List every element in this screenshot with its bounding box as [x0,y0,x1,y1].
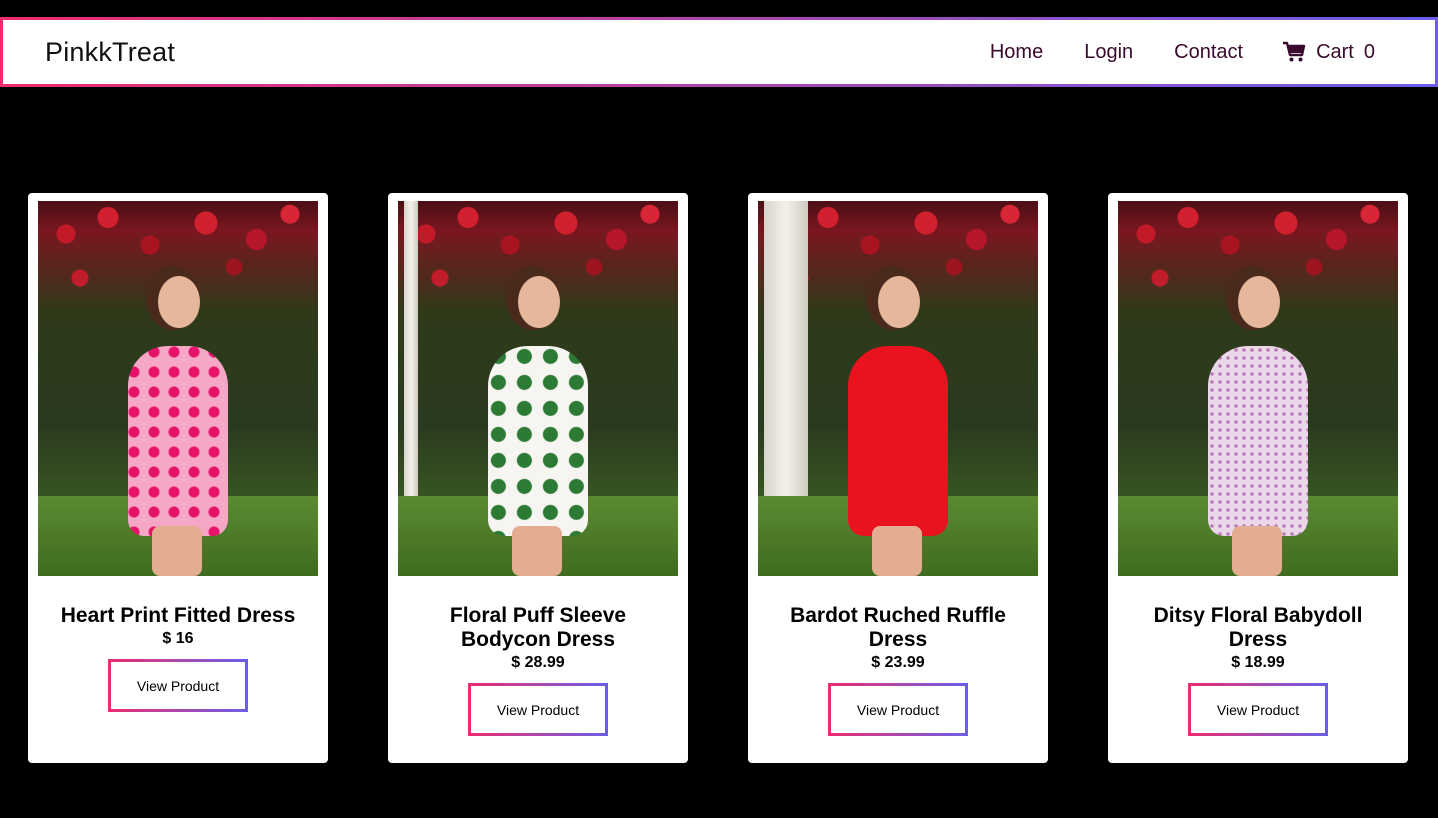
product-card: Bardot Ruched Ruffle Dress $ 23.99 View … [748,193,1048,763]
product-price: $ 23.99 [871,654,925,671]
nav-contact-link[interactable]: Contact [1174,41,1243,64]
view-product-button[interactable]: View Product [828,683,968,736]
model-figure [478,276,598,576]
view-product-button[interactable]: View Product [468,683,608,736]
nav-cart-link[interactable]: Cart 0 [1282,41,1375,64]
product-image[interactable] [38,201,318,576]
model-figure [118,276,238,576]
product-price: $ 18.99 [1231,654,1285,671]
nav-home-link[interactable]: Home [990,41,1043,64]
product-title: Ditsy Floral Babydoll Dress [1153,604,1363,651]
model-figure [838,276,958,576]
product-card: Floral Puff Sleeve Bodycon Dress $ 28.99… [388,193,688,763]
model-figure [1198,276,1318,576]
product-grid: Heart Print Fitted Dress $ 16 View Produ… [28,193,1408,763]
view-product-button[interactable]: View Product [108,659,248,712]
product-image[interactable] [758,201,1038,576]
product-card: Heart Print Fitted Dress $ 16 View Produ… [28,193,328,763]
product-image[interactable] [398,201,678,576]
product-title: Bardot Ruched Ruffle Dress [790,604,1006,651]
product-title: Heart Print Fitted Dress [60,604,296,627]
product-title: Floral Puff Sleeve Bodycon Dress [449,604,627,651]
product-card: Ditsy Floral Babydoll Dress $ 18.99 View… [1108,193,1408,763]
product-price: $ 16 [162,630,194,647]
nav-login-link[interactable]: Login [1084,41,1133,64]
cart-label: Cart [1316,40,1354,63]
nav-links: Home Login Contact Cart 0 [949,41,1375,64]
cart-count: 0 [1363,40,1375,63]
product-image[interactable] [1118,201,1398,576]
brand-logo[interactable]: PinkkTreat [45,37,175,68]
product-price: $ 28.99 [511,654,565,671]
view-product-button[interactable]: View Product [1188,683,1328,736]
shopping-cart-icon [1282,41,1306,63]
navbar: PinkkTreat Home Login Contact Cart 0 [0,17,1438,87]
